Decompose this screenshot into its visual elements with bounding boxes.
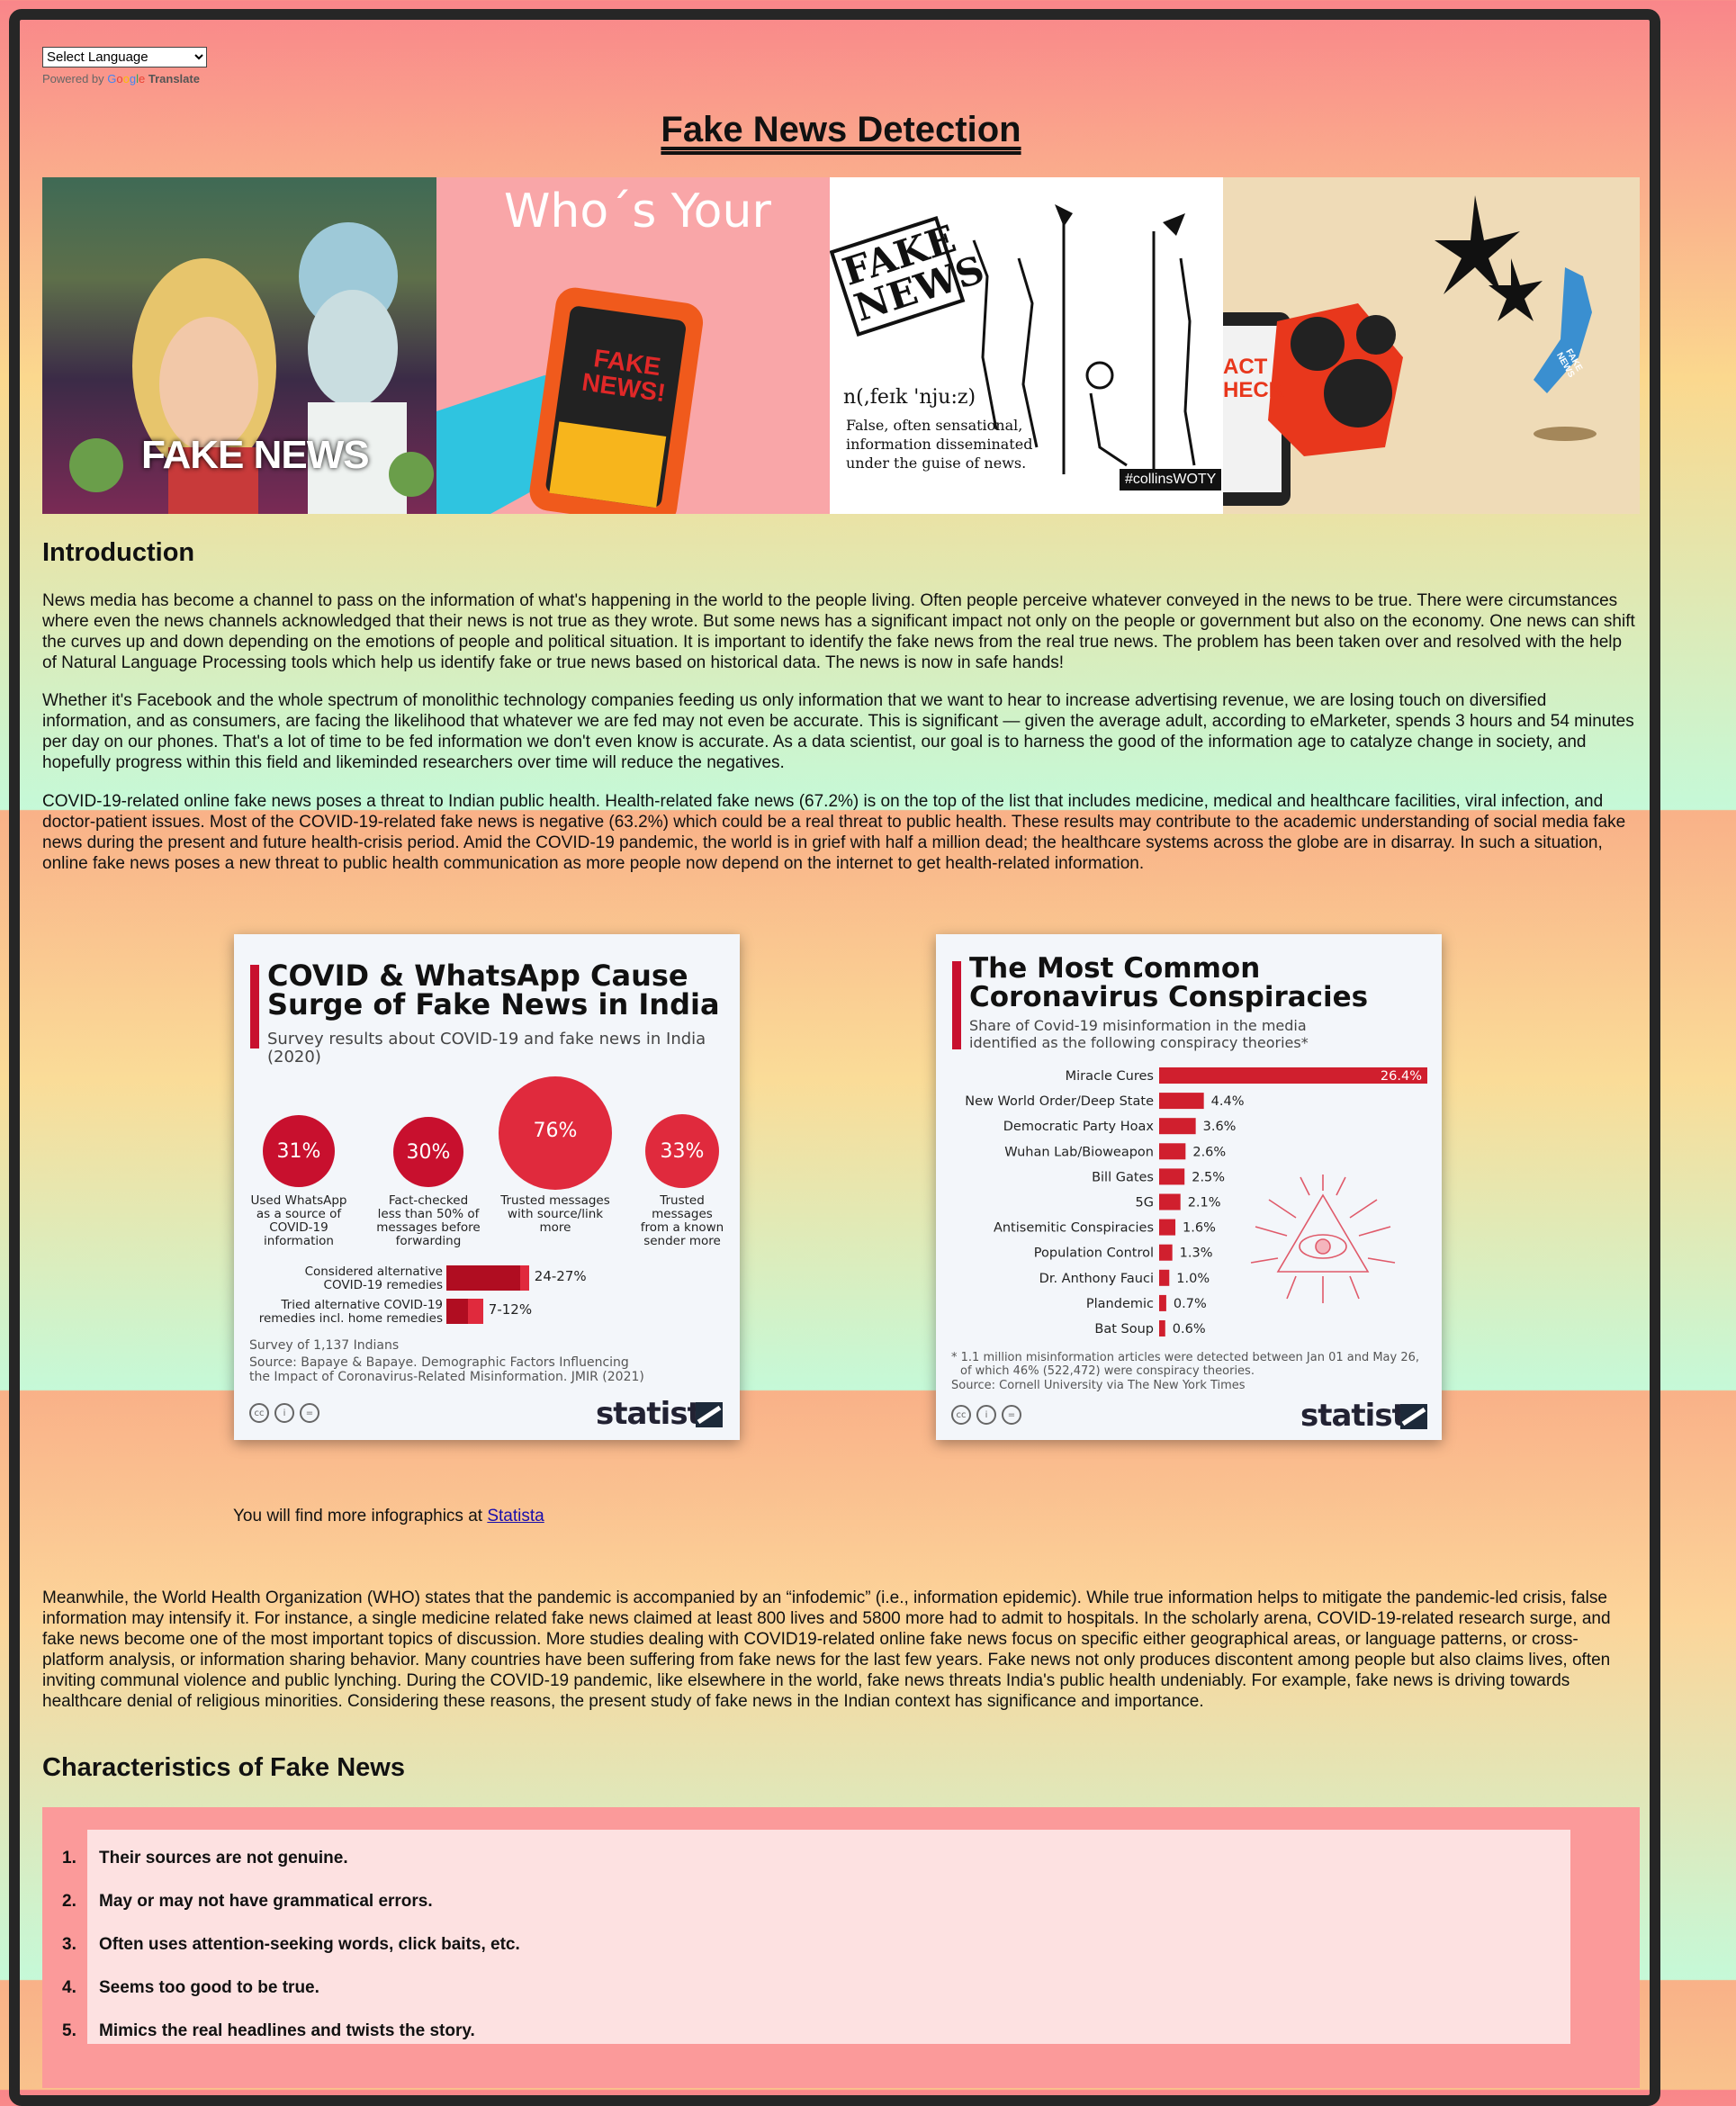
bar-value-label: 1.3% <box>1180 1246 1213 1261</box>
banner-caption-fake-news: FAKE NEWS <box>141 433 370 477</box>
language-select[interactable]: Select Language <box>42 47 207 68</box>
remedies-tried-label: Tried alternative COVID-19 remedies incl.… <box>258 1298 443 1326</box>
bar-value-label: 0.6% <box>1173 1322 1206 1336</box>
bar-value-label: 2.5% <box>1192 1170 1225 1184</box>
stat-label-76: Trusted messages with source/link more <box>500 1193 610 1235</box>
bar <box>1159 1219 1176 1236</box>
banner-panel-cartoon: FAKE NEWS <box>42 177 436 514</box>
introduction-heading: Introduction <box>42 538 195 567</box>
bar-category-label: Dr. Anthony Fauci <box>1039 1272 1154 1286</box>
infographic1-source: Source: Bapaye & Bapaye. Demographic Fac… <box>249 1355 644 1384</box>
characteristics-box: 1. Their sources are not genuine. 2. May o… <box>42 1807 1640 2088</box>
bar-value-label: 4.4% <box>1211 1094 1245 1109</box>
infographic1-title: COVID & WhatsApp Cause Surge of Fake News… <box>267 958 720 1022</box>
statista-mark-icon <box>1400 1404 1427 1429</box>
stat-label-30: Fact-checked less than 50% of messages bef… <box>376 1193 481 1248</box>
fact-check-text: ACT HECK <box>1223 355 1285 402</box>
characteristics-list: 1. Their sources are not genuine. 2. May o… <box>62 1830 1570 2044</box>
range-bar-low <box>446 1265 520 1291</box>
language-select-wrapper: Select Language <box>42 47 207 68</box>
who-infodemic-paragraph: Meanwhile, the World Health Organization… <box>42 1588 1611 1711</box>
powered-by-label: Powered by <box>42 72 104 86</box>
remedies-considered-label: Considered alternative COVID-19 remedies <box>304 1264 443 1292</box>
stat-bubble-76: 76% <box>499 1076 612 1190</box>
phonetic-text: n(,feɪk 'nju:z) <box>843 386 976 409</box>
bar-category-label: Democratic Party Hoax <box>1003 1120 1155 1134</box>
bar-category-label: Plandemic <box>1086 1297 1154 1311</box>
translate-link[interactable]: Translate <box>148 72 200 86</box>
hand-phone-illustration <box>436 287 704 514</box>
page-title: Fake News Detection <box>661 110 1021 149</box>
google-logo: Google <box>107 72 146 86</box>
statista-mark-icon <box>696 1402 723 1427</box>
creative-commons-icons: cc i = <box>951 1405 1021 1425</box>
bar-category-label: Population Control <box>1034 1246 1154 1261</box>
infographic2-source: Source: Cornell University via The New Y… <box>951 1379 1246 1392</box>
banner-panel-social: ACT HECK FAKE NEWS <box>1223 177 1640 514</box>
powered-by-google-translate: Powered by Google Translate <box>42 72 200 86</box>
infographic-whatsapp-fake-news: COVID & WhatsApp Cause Surge of Fake News… <box>234 934 740 1440</box>
bar-value-label: 2.1% <box>1188 1196 1221 1210</box>
characteristics-heading: Characteristics of Fake News <box>42 1753 405 1782</box>
intro-paragraph-2: Whether it's Facebook and the whole spec… <box>42 691 1634 772</box>
bar-value-label: 2.6% <box>1192 1145 1226 1159</box>
stat-bubble-33: 33% <box>645 1114 719 1188</box>
range-bar-high <box>519 1265 529 1291</box>
survey-note: Survey of 1,137 Indians <box>249 1338 400 1353</box>
collins-hashtag: #collinsWOTY <box>1120 469 1222 490</box>
creative-commons-icons: cc i = <box>249 1403 319 1423</box>
stat-label-31: Used WhatsApp as a source of COVID-19 infor… <box>250 1193 347 1248</box>
cc-icon: cc <box>249 1403 269 1423</box>
range-bar-high <box>467 1299 483 1324</box>
bar <box>1159 1193 1181 1210</box>
bar <box>1159 1118 1196 1135</box>
bar <box>1159 1320 1165 1336</box>
bar-value-label: 1.6% <box>1183 1221 1216 1236</box>
bar <box>1159 1093 1204 1110</box>
banner-panel-sketch: FAKE NEWS n(,feɪk 'nju:z) False, often s… <box>830 177 1223 514</box>
intro-paragraph-1: News media has become a channel to pass … <box>42 591 1635 672</box>
definition-text: False, often sensational, information di… <box>846 417 1033 472</box>
statista-link[interactable]: Statista <box>487 1507 544 1526</box>
bar-category-label: 5G <box>1136 1196 1154 1210</box>
remedies-tried-value: 7-12% <box>488 1301 533 1318</box>
no-derivatives-icon: = <box>1002 1405 1021 1425</box>
infographic2-footnote: * 1.1 million misinformation articles we… <box>951 1351 1420 1378</box>
cc-icon: cc <box>951 1405 971 1425</box>
title-accent-bar <box>250 965 259 1048</box>
bar-category-label: Wuhan Lab/Bioweapon <box>1004 1145 1154 1159</box>
bar-value-label: 26.4% <box>1381 1069 1422 1084</box>
bar-value-label: 1.0% <box>1176 1272 1210 1286</box>
attribution-icon: i <box>274 1403 294 1423</box>
remedies-considered-bar <box>446 1265 529 1291</box>
all-seeing-eye-icon <box>1250 1174 1396 1303</box>
infographic1-subtitle: Survey results about COVID-19 and fake n… <box>267 1030 706 1066</box>
bar-category-label: Antisemitic Conspiracies <box>994 1221 1154 1236</box>
bar <box>1159 1294 1166 1311</box>
bar <box>1159 1143 1186 1160</box>
banner-image: FAKE NEWS Who´s Your FAKE NEWS! FAKE NEW… <box>42 177 1640 514</box>
no-derivatives-icon: = <box>300 1403 319 1423</box>
attribution-icon: i <box>976 1405 996 1425</box>
stat-bubble-30: 30% <box>393 1117 463 1187</box>
social-media-illustration <box>1223 195 1597 506</box>
infographic-coronavirus-conspiracies: The Most Common Coronavirus Conspiracies … <box>936 934 1442 1440</box>
intro-paragraph-3: COVID-19-related online fake news poses … <box>42 792 1626 873</box>
stat-label-33: Trusted messages from a known sender more <box>640 1193 724 1248</box>
bar-value-label: 0.7% <box>1174 1297 1207 1311</box>
bar-value-label: 3.6% <box>1203 1120 1237 1134</box>
remedies-considered-value: 24-27% <box>534 1268 587 1284</box>
bar-category-label: New World Order/Deep State <box>965 1094 1154 1109</box>
bar-category-label: Bill Gates <box>1092 1170 1154 1184</box>
bar-category-label: Bat Soup <box>1094 1322 1154 1336</box>
more-infographics-note: You will find more infographics at Stati… <box>233 1507 544 1526</box>
bar <box>1159 1269 1170 1286</box>
remedies-tried-bar <box>446 1299 483 1324</box>
range-bar-low <box>446 1299 468 1324</box>
stat-bubble-31: 31% <box>263 1115 335 1187</box>
banner-panel-phone: Who´s Your FAKE NEWS! <box>436 177 830 514</box>
bar <box>1159 1244 1173 1261</box>
bar <box>1159 1168 1185 1185</box>
bar-category-label: Miracle Cures <box>1066 1069 1154 1084</box>
